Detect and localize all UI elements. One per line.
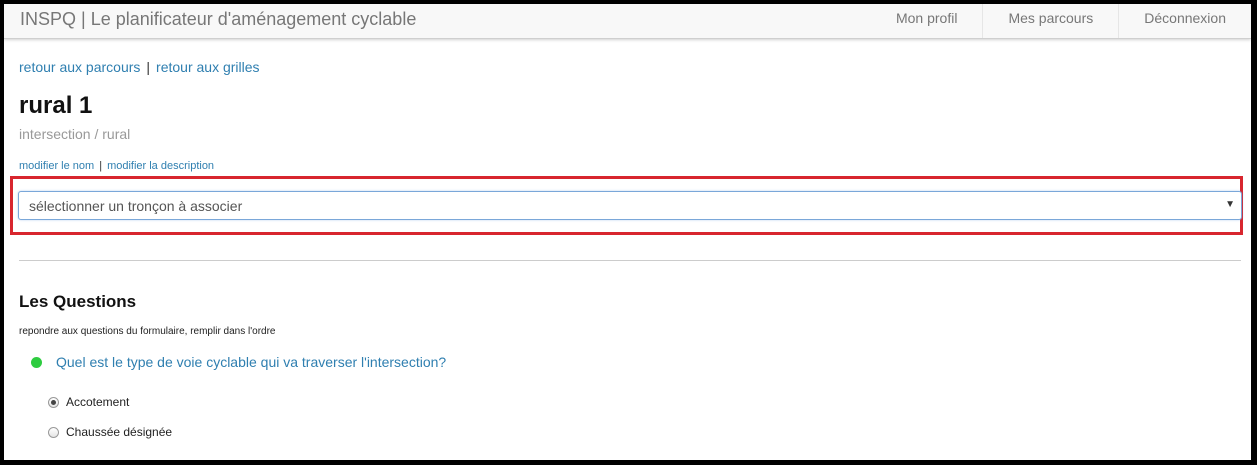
page-subtitle: intersection / rural [19,126,131,142]
radio-accotement[interactable] [48,396,59,408]
back-to-grilles-link[interactable]: retour aux grilles [156,59,260,75]
caret-down-icon: ▼ [1225,199,1235,210]
nav-item-deconnexion[interactable]: Déconnexion [1118,4,1251,38]
question-link[interactable]: Quel est le type de voie cyclable qui va… [56,354,446,370]
breadcrumb: retour aux parcours | retour aux grilles [19,59,260,75]
edit-links-separator: | [99,160,103,172]
brand-title[interactable]: INSPQ | Le planificateur d'aménagement c… [20,9,416,30]
question-item: Quel est le type de voie cyclable qui va… [31,354,446,370]
option-chaussee-designee-label: Chaussée désignée [66,425,173,439]
segment-select-value: sélectionner un tronçon à associer [29,198,243,214]
nav-item-mon-profil[interactable]: Mon profil [871,4,982,38]
status-dot-icon [31,356,42,368]
questions-heading: Les Questions [19,292,137,311]
edit-description-link[interactable]: modifier la description [107,160,214,172]
option-accotement[interactable]: Accotement [48,395,129,409]
option-accotement-label: Accotement [66,395,130,409]
app-window: INSPQ | Le planificateur d'aménagement c… [4,4,1251,460]
nav-menu: Mon profil Mes parcours Déconnexion [871,4,1251,38]
rename-link[interactable]: modifier le nom [19,160,94,172]
questions-instructions: repondre aux questions du formulaire, re… [19,326,276,337]
top-navbar: INSPQ | Le planificateur d'aménagement c… [4,4,1251,39]
edit-links: modifier le nom | modifier la description [19,160,214,172]
option-chaussee-designee[interactable]: Chaussée désignée [48,425,172,439]
segment-select[interactable]: sélectionner un tronçon à associer ▼ [18,191,1242,220]
breadcrumb-separator: | [146,59,151,75]
page-title: rural 1 [19,92,93,119]
nav-item-mes-parcours[interactable]: Mes parcours [982,4,1118,38]
back-to-parcours-link[interactable]: retour aux parcours [19,59,140,75]
radio-chaussee-designee[interactable] [48,426,59,438]
section-divider [19,260,1241,261]
